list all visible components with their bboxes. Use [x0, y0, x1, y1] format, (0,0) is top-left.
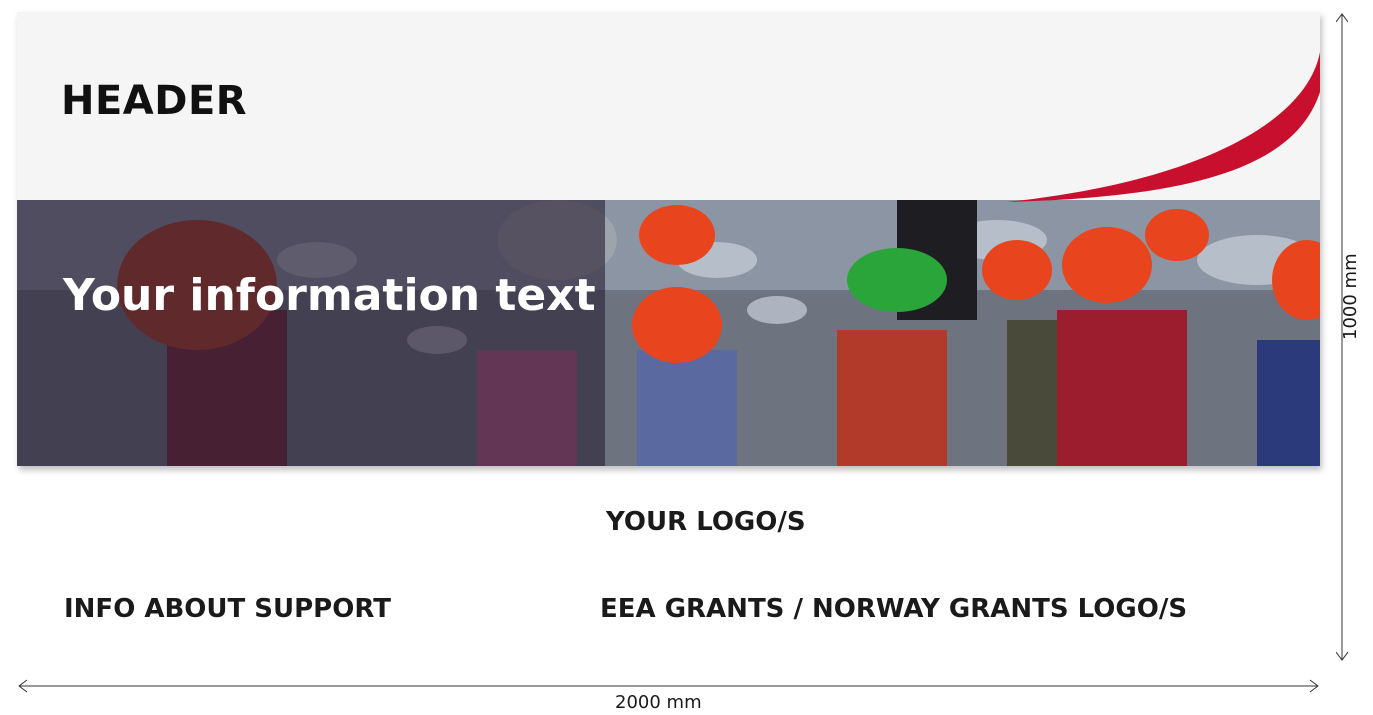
grants-logos-label: EEA GRANTS / NORWAY GRANTS LOGO/S: [600, 594, 1188, 624]
your-logos-label: YOUR LOGO/S: [606, 507, 806, 537]
banner-header: HEADER: [61, 78, 248, 124]
info-about-support-label: INFO ABOUT SUPPORT: [64, 594, 391, 624]
photo: [17, 200, 1320, 466]
width-dimension: 2000 mm: [615, 692, 702, 713]
banner: HEADER Your information text: [17, 12, 1320, 466]
height-dimension: 1000 mm: [1340, 253, 1361, 340]
banner-info-text: Your information text: [63, 270, 596, 321]
